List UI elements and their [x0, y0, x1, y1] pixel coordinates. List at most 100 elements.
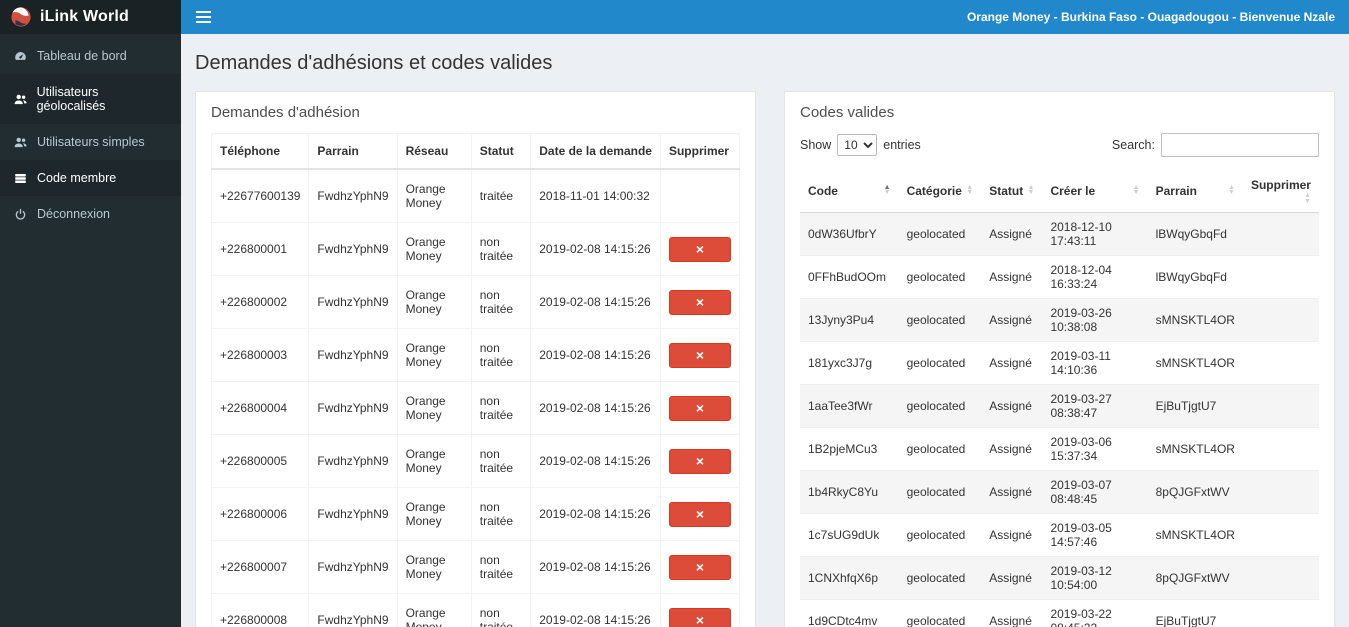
brand[interactable]: iLink World — [0, 0, 181, 34]
table-row: +226800006 FwdhzYphN9 Orange Money non trai… — [210, 487, 740, 541]
cell-creer-le: 2018-12-10 17:43:11 — [1042, 212, 1148, 256]
cell-parrain: FwdhzYphN9 — [308, 328, 398, 382]
delete-button[interactable]: × — [668, 236, 731, 262]
table-row: +22677600139 FwdhzYphN9 Orange Money traité… — [210, 168, 740, 223]
table-row: 1b4RkyC8Yu geolocated Assigné 2019-03-07 08… — [799, 470, 1319, 514]
column-header-sortable[interactable]: Statut ▲ ▼ — [981, 169, 1043, 213]
page-length-select[interactable]: 10 — [837, 134, 878, 156]
search-label: Search: — [1111, 138, 1155, 152]
cell-parrain: FwdhzYphN9 — [308, 222, 398, 276]
cell-supprimer: × — [659, 487, 740, 541]
delete-button[interactable]: × — [668, 289, 731, 315]
user-welcome-text: Orange Money - Burkina Faso - Ouagadougo… — [966, 10, 1335, 24]
cell-code: 0dW36UfbrY — [799, 212, 899, 256]
cell-code: 1B2pjeMCu3 — [799, 427, 899, 471]
column-header-sortable[interactable]: Supprimer ▲ ▼ — [1242, 169, 1319, 213]
cell-reseau: Orange Money — [396, 487, 472, 541]
cell-telephone: +226800004 — [210, 381, 310, 435]
power-icon — [14, 208, 28, 221]
cell-reseau: Orange Money — [396, 168, 472, 223]
table-row: +226800008 FwdhzYphN9 Orange Money non trai… — [210, 593, 740, 627]
list-icon — [14, 172, 28, 185]
search-input[interactable] — [1161, 133, 1319, 157]
users-icon — [14, 136, 28, 149]
cell-supprimer — [1242, 255, 1319, 299]
table-row: +226800003 FwdhzYphN9 Orange Money non trai… — [210, 328, 740, 382]
delete-button[interactable]: × — [668, 395, 731, 421]
cell-statut: non traitée — [470, 328, 532, 382]
column-header-sortable[interactable]: Catégorie ▲ ▼ — [898, 169, 982, 213]
cell-creer-le: 2019-03-07 08:48:45 — [1042, 470, 1148, 514]
table-row: 1aaTee3fWr geolocated Assigné 2019-03-27 08… — [799, 384, 1319, 428]
sidebar-item-label: Tableau de bord — [37, 49, 127, 63]
sidebar-item-label: Déconnexion — [37, 207, 110, 221]
codes-table: Code ▲ ▼ Catégorie ▲ ▼ Statut ▲ ▼ Créer le ▲ ▼ Parra… — [799, 169, 1319, 627]
sidebar-item-label: Code membre — [37, 171, 117, 185]
cell-date: 2019-02-08 14:15:26 — [530, 275, 661, 329]
table-row: +226800005 FwdhzYphN9 Orange Money non trai… — [210, 434, 740, 488]
cell-categorie: geolocated — [898, 255, 982, 299]
sidebar-item-tableau-de-bord[interactable]: Tableau de bord — [0, 38, 181, 74]
cell-code: 1b4RkyC8Yu — [799, 470, 899, 514]
cell-code: 1d9CDtc4mv — [799, 599, 899, 627]
sidebar-menu: Tableau de bord Utilisateurs géolocalisés… — [0, 38, 181, 232]
table-row: 13Jyny3Pu4 geolocated Assigné 2019-03-26 10… — [799, 298, 1319, 342]
cell-parrain: FwdhzYphN9 — [308, 381, 398, 435]
cell-telephone: +226800002 — [210, 275, 310, 329]
sidebar: Tableau de bord Utilisateurs géolocalisés… — [0, 34, 181, 627]
cell-parrain: EjBuTjgtU7 — [1147, 599, 1243, 627]
cell-date: 2019-02-08 14:15:26 — [530, 487, 661, 541]
cell-creer-le: 2018-12-04 16:33:24 — [1042, 255, 1148, 299]
column-header-sortable[interactable]: Code ▲ ▼ — [799, 169, 899, 213]
cell-statut: Assigné — [981, 212, 1043, 256]
column-header: Téléphone — [210, 133, 310, 170]
cell-creer-le: 2019-03-06 15:37:34 — [1042, 427, 1148, 471]
sidebar-item-utilisateurs-simples[interactable]: Utilisateurs simples — [0, 124, 181, 160]
users-icon — [14, 93, 28, 106]
cell-parrain: FwdhzYphN9 — [308, 487, 398, 541]
sidebar-item-code-membre[interactable]: Code membre — [0, 160, 181, 196]
cell-date: 2019-02-08 14:15:26 — [530, 540, 661, 594]
delete-button[interactable]: × — [668, 554, 731, 580]
delete-button[interactable]: × — [668, 448, 731, 474]
delete-button[interactable]: × — [668, 342, 731, 368]
brand-logo-icon — [10, 6, 32, 28]
cell-statut: Assigné — [981, 255, 1043, 299]
table-controls: Show 10 entries Search: — [785, 131, 1334, 167]
cell-date: 2019-02-08 14:15:26 — [530, 328, 661, 382]
table-row: +226800002 FwdhzYphN9 Orange Money non trai… — [210, 275, 740, 329]
table-row: +226800004 FwdhzYphN9 Orange Money non trai… — [210, 381, 740, 435]
cell-parrain: sMNSKTL4OR — [1147, 427, 1243, 471]
cell-creer-le: 2019-03-11 14:10:36 — [1042, 341, 1148, 385]
cell-code: 1CNXhfqX6p — [799, 556, 899, 600]
navbar: Orange Money - Burkina Faso - Ouagadougo… — [181, 0, 1349, 34]
sidebar-item-deconnexion[interactable]: Déconnexion — [0, 196, 181, 232]
column-header-sortable[interactable]: Parrain ▲ ▼ — [1147, 169, 1243, 213]
cell-reseau: Orange Money — [396, 434, 472, 488]
cell-supprimer: × — [659, 222, 740, 276]
adhesions-table: Téléphone Parrain Réseau Statut Date de la d… — [210, 133, 740, 627]
cell-supprimer: × — [659, 275, 740, 329]
cell-statut: non traitée — [470, 540, 532, 594]
cell-statut: non traitée — [470, 593, 532, 627]
cell-creer-le: 2019-03-12 10:54:00 — [1042, 556, 1148, 600]
cell-statut: Assigné — [981, 341, 1043, 385]
hamburger-menu-icon[interactable] — [181, 0, 225, 34]
cell-statut: Assigné — [981, 427, 1043, 471]
table-row: 1c7sUG9dUk geolocated Assigné 2019-03-05 14… — [799, 513, 1319, 557]
sidebar-item-utilisateurs-geolocalises[interactable]: Utilisateurs géolocalisés — [0, 74, 181, 124]
column-label: Créer le — [1050, 183, 1096, 198]
sort-icon: ▲ ▼ — [1228, 183, 1235, 196]
cell-supprimer — [1242, 556, 1319, 600]
cell-date: 2019-02-08 14:15:26 — [530, 434, 661, 488]
delete-button[interactable]: × — [668, 501, 731, 527]
cell-code: 13Jyny3Pu4 — [799, 298, 899, 342]
cell-statut: Assigné — [981, 513, 1043, 557]
column-label: Catégorie — [906, 183, 962, 198]
column-header-sortable[interactable]: Créer le ▲ ▼ — [1042, 169, 1148, 213]
cell-supprimer: × — [659, 540, 740, 594]
delete-button[interactable]: × — [668, 607, 731, 627]
sidebar-item-label: Utilisateurs simples — [37, 135, 145, 149]
cell-parrain: sMNSKTL4OR — [1147, 513, 1243, 557]
column-header: Supprimer — [659, 133, 740, 170]
